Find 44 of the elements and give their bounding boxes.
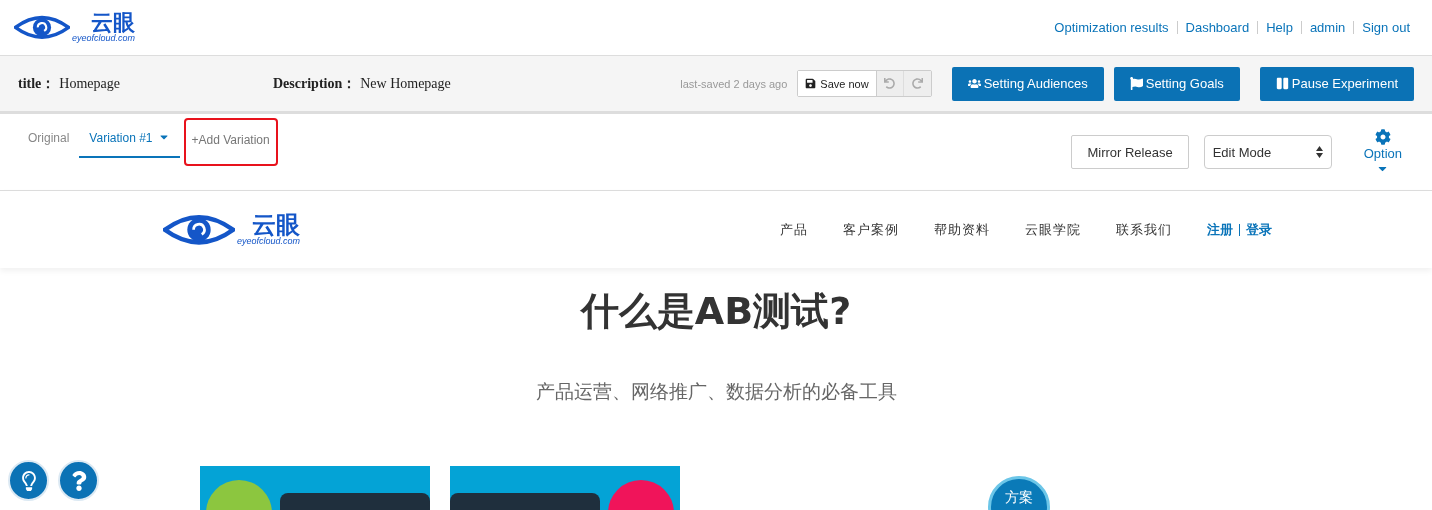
undo-icon — [884, 78, 896, 89]
logo-name: 云眼 — [252, 213, 301, 237]
users-icon — [967, 77, 981, 90]
site-nav-link[interactable]: 产品 — [780, 220, 808, 239]
option-button[interactable]: Option — [1363, 129, 1402, 175]
logo-domain: eyeofcloud.com — [72, 34, 136, 43]
variation-tab[interactable]: Original — [18, 114, 80, 158]
logo-domain: eyeofcloud.com — [237, 237, 301, 246]
logo-name: 云眼 — [91, 12, 136, 34]
auth-link[interactable]: 注册 — [1207, 220, 1233, 239]
redo-icon — [911, 78, 923, 89]
mode-select[interactable]: Edit Mode — [1203, 135, 1332, 169]
header-link[interactable]: Optimization results — [1046, 21, 1177, 34]
plan-bubble: 方案 — [988, 476, 1050, 510]
pause-icon — [1275, 77, 1289, 90]
field-value: Homepage — [59, 75, 120, 92]
field-value: New Homepage — [360, 75, 451, 92]
gear-icon — [1374, 129, 1391, 145]
header-link[interactable]: Help — [1257, 21, 1301, 34]
pause-button[interactable]: Pause Experiment — [1259, 66, 1414, 101]
goals-button[interactable]: Setting Goals — [1113, 66, 1240, 101]
auth-link[interactable]: 登录 — [1246, 220, 1272, 239]
site-nav-link[interactable]: 客户案例 — [843, 220, 899, 239]
site-nav-link[interactable]: 云眼学院 — [1025, 220, 1081, 239]
save-icon — [805, 78, 817, 89]
audiences-button[interactable]: Setting Audiences — [951, 66, 1104, 101]
lightbulb-button[interactable] — [8, 460, 49, 501]
last-saved-note: last-saved 2 days ago — [680, 77, 788, 90]
add-variation-link[interactable]: +Add Variation — [183, 118, 278, 166]
variation-tab[interactable]: Variation #1 — [79, 114, 180, 158]
header-link[interactable]: Dashboard — [1176, 21, 1258, 34]
flag-icon — [1129, 77, 1143, 90]
site-nav-link[interactable]: 联系我们 — [1116, 220, 1172, 239]
field-label: title： — [18, 74, 56, 93]
field-label: Description： — [273, 74, 357, 93]
header-link[interactable]: admin — [1300, 21, 1354, 34]
hero-subtitle: 产品运营、网络推广、数据分析的必备工具 — [535, 379, 897, 404]
header-link[interactable]: Sign out — [1353, 21, 1418, 34]
save-now-button[interactable]: Save now — [798, 71, 877, 96]
hero-headline: 什么是AB测试? — [580, 288, 852, 335]
mirror-release-button[interactable]: Mirror Release — [1071, 135, 1189, 169]
site-nav-link[interactable]: 帮助资料 — [934, 220, 990, 239]
help-button[interactable] — [58, 460, 99, 501]
sort-arrows-icon — [1315, 146, 1323, 158]
